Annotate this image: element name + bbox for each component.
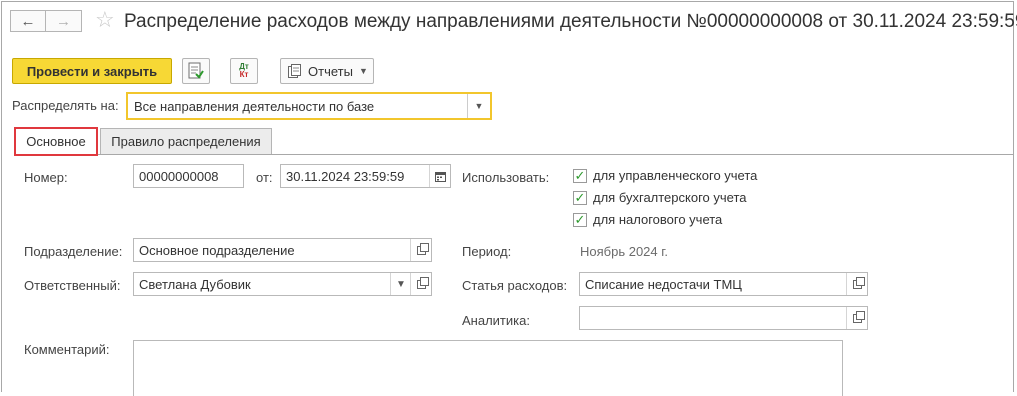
forward-button[interactable]: → [46,10,82,32]
reports-icon [288,64,301,78]
date-from-label: от: [256,170,273,185]
analytics-label: Аналитика: [462,313,530,328]
arrow-left-icon: ← [20,12,36,30]
open-icon[interactable] [410,273,431,295]
dropdown-arrow-icon[interactable]: ▼ [390,273,411,295]
checkbox-label: для управленческого учета [593,168,758,183]
checkbox-management-accounting[interactable]: ✓ для управленческого учета [573,168,757,183]
dt-kt-icon: Дт Кт [239,63,249,79]
dropdown-arrow-icon[interactable]: ▼ [467,94,490,118]
responsible-label: Ответственный: [24,278,121,293]
comment-textarea[interactable] [133,340,843,396]
dt-kt-entries-button[interactable]: Дт Кт [230,58,258,84]
responsible-value: Светлана Дубовик [139,277,251,292]
tab-divider [14,154,1014,155]
checkbox-label: для налогового учета [593,212,723,227]
division-value: Основное подразделение [139,243,295,258]
expense-item-label: Статья расходов: [462,278,568,293]
date-input[interactable]: 30.11.2024 23:59:59 [280,164,451,188]
expense-item-input[interactable]: Списание недостачи ТМЦ [579,272,868,296]
arrow-right-icon: → [56,12,71,30]
kt-label: Кт [239,70,249,79]
reports-label: Отчеты [308,63,353,79]
distribute-select[interactable]: Все направления деятельности по базе ▼ [126,92,492,120]
post-document-button[interactable] [182,58,210,84]
distribute-label: Распределять на: [12,98,119,113]
checkbox-tax-accounting[interactable]: ✓ для налогового учета [573,212,722,227]
favorite-star-icon[interactable]: ☆ [95,8,115,32]
post-and-close-button[interactable]: Провести и закрыть [12,58,172,84]
comment-label: Комментарий: [24,342,110,357]
reports-dropdown-button[interactable]: Отчеты ▼ [280,58,374,84]
period-value: Ноябрь 2024 г. [580,244,669,259]
back-button[interactable]: ← [10,10,46,32]
checkbox-checked-icon[interactable]: ✓ [573,212,587,227]
tab-label: Основное [26,134,86,149]
document-post-icon [188,62,204,79]
number-input[interactable]: 00000000008 [133,164,244,188]
division-input[interactable]: Основное подразделение [133,238,432,262]
open-icon[interactable] [846,273,867,295]
expense-item-value: Списание недостачи ТМЦ [585,277,742,292]
tab-label: Правило распределения [111,134,261,149]
open-icon[interactable] [846,307,867,329]
period-label: Период: [462,244,512,259]
open-icon[interactable] [410,239,431,261]
chevron-down-icon: ▼ [358,66,368,76]
use-label: Использовать: [462,170,550,185]
calendar-glyph-icon [434,171,446,182]
nav-buttons: ← → [10,10,82,34]
checkbox-checked-icon[interactable]: ✓ [573,190,587,205]
tab-distribution-rule[interactable]: Правило распределения [100,128,272,154]
responsible-input[interactable]: Светлана Дубовик ▼ [133,272,432,296]
number-value: 00000000008 [139,169,219,184]
checkbox-label: для бухгалтерского учета [593,190,747,205]
page-title: Распределение расходов между направления… [124,11,1017,32]
checkbox-checked-icon[interactable]: ✓ [573,168,587,183]
number-label: Номер: [24,170,68,185]
checkbox-accounting[interactable]: ✓ для бухгалтерского учета [573,190,747,205]
date-value: 30.11.2024 23:59:59 [286,169,405,184]
analytics-input[interactable] [579,306,868,330]
tab-main[interactable]: Основное [14,127,98,156]
distribute-value: Все направления деятельности по базе [134,99,375,114]
division-label: Подразделение: [24,244,123,259]
calendar-icon[interactable] [429,165,450,187]
